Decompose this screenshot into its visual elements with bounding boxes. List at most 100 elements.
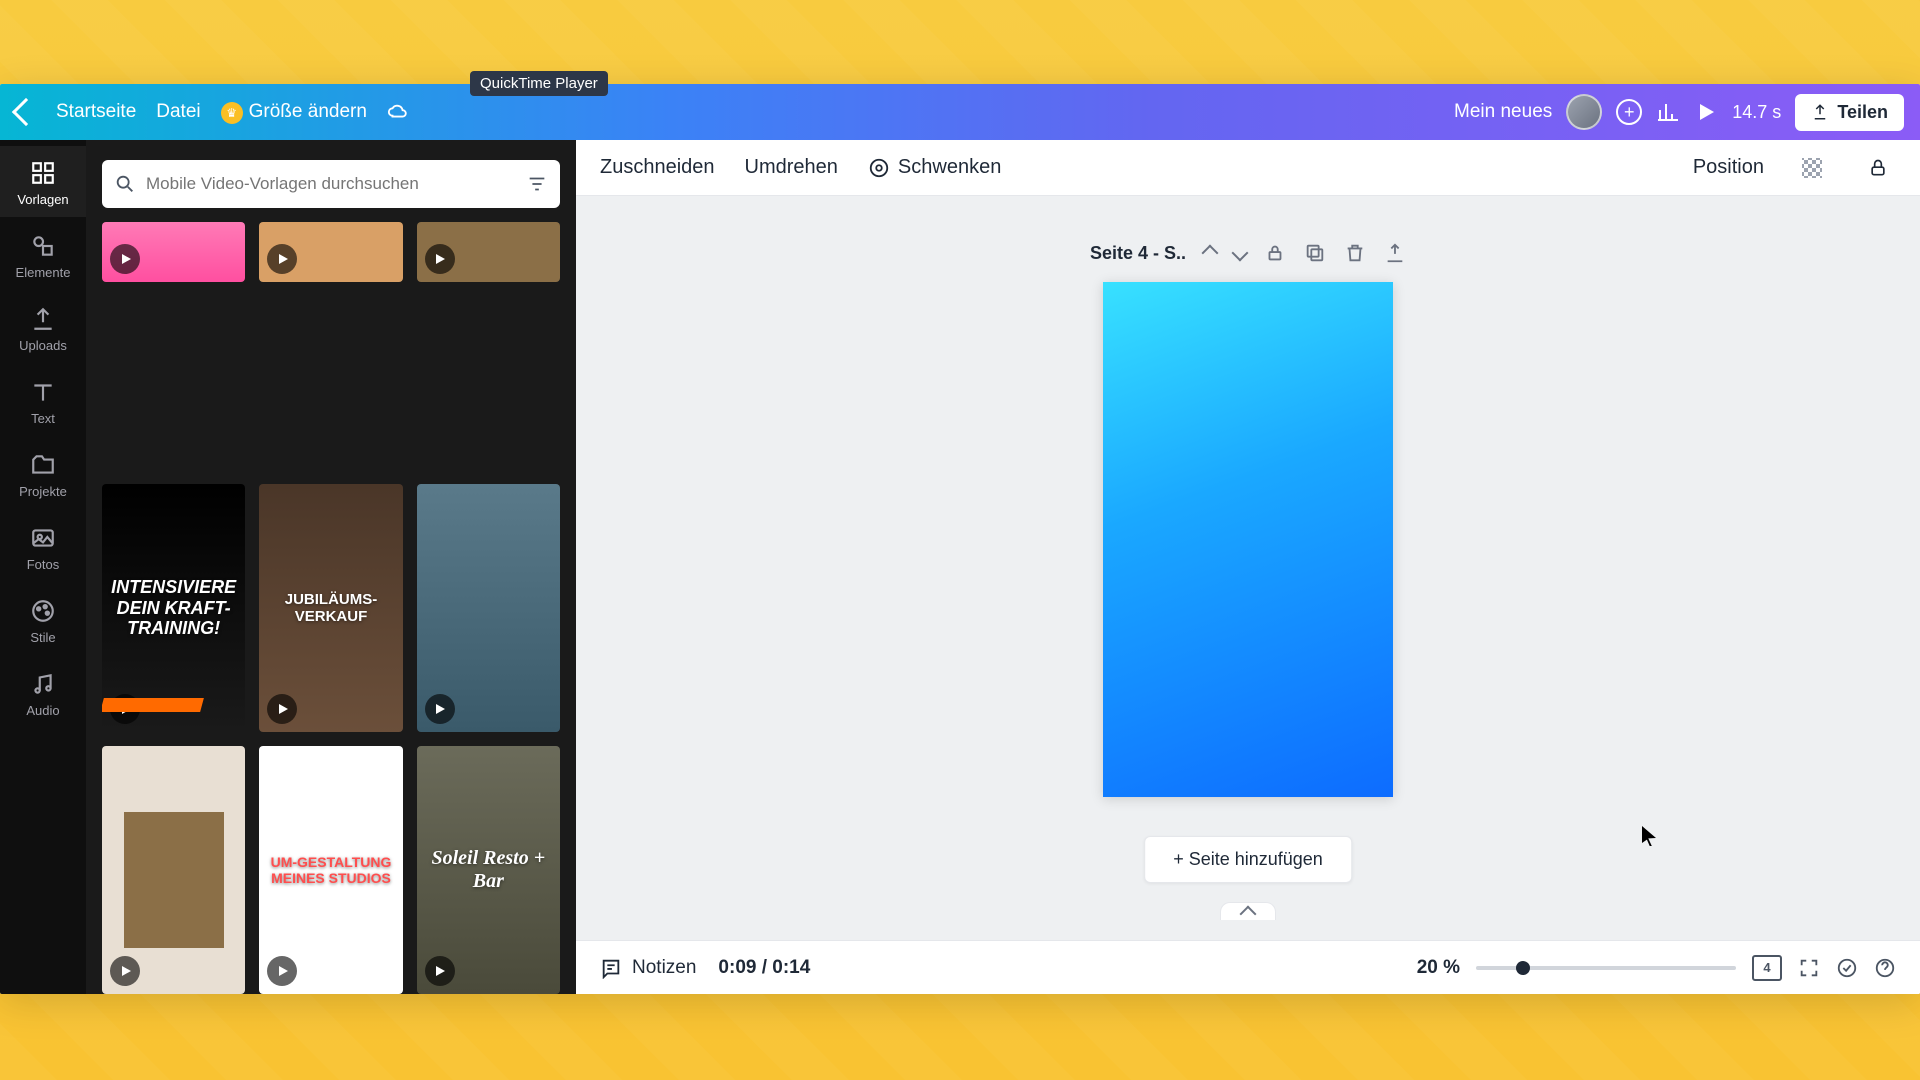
notes-button[interactable]: Notizen: [600, 957, 696, 979]
nav-label: Text: [31, 411, 55, 426]
zoom-percent[interactable]: 20 %: [1417, 957, 1460, 979]
transparency-button[interactable]: [1794, 150, 1830, 186]
play-badge-icon: [425, 956, 455, 986]
crop-button[interactable]: Zuschneiden: [600, 156, 715, 179]
playhead-time: 0:09 / 0:14: [718, 957, 810, 979]
slider-knob[interactable]: [1516, 961, 1530, 975]
template-thumb[interactable]: JUBILÄUMS-VERKAUF: [259, 484, 402, 732]
templates-panel: INTENSIVIERE DEIN KRAFT-TRAINING! JUBILÄ…: [86, 140, 576, 994]
page-controls: Seite 4 - S..: [1090, 242, 1406, 264]
avatar[interactable]: [1566, 94, 1602, 130]
help-icon[interactable]: [1874, 957, 1896, 979]
audio-icon: [30, 671, 56, 697]
export-page-icon[interactable]: [1384, 242, 1406, 264]
play-badge-icon: [267, 956, 297, 986]
nav-text[interactable]: Text: [0, 365, 86, 436]
nav-templates[interactable]: Vorlagen: [0, 146, 86, 217]
play-badge-icon: [267, 244, 297, 274]
position-button[interactable]: Position: [1693, 156, 1764, 179]
flip-button[interactable]: Umdrehen: [745, 156, 838, 179]
pan-label: Schwenken: [898, 156, 1001, 179]
page-count[interactable]: 4: [1752, 955, 1782, 981]
play-badge-icon: [110, 694, 140, 724]
play-badge-icon: [425, 694, 455, 724]
page-up-icon[interactable]: [1202, 245, 1219, 262]
vertical-nav: Vorlagen Elemente Uploads Text Projekte …: [0, 140, 86, 994]
app-header: Startseite Datei ♛ Größe ändern Mein neue…: [0, 84, 1920, 140]
pan-button[interactable]: Schwenken: [868, 156, 1001, 179]
template-thumb[interactable]: INTENSIVIERE DEIN KRAFT-TRAINING!: [102, 484, 245, 732]
nav-uploads[interactable]: Uploads: [0, 292, 86, 363]
crown-icon: ♛: [221, 102, 243, 124]
lock-button[interactable]: [1860, 150, 1896, 186]
file-menu[interactable]: Datei: [156, 101, 200, 123]
nav-elements[interactable]: Elemente: [0, 219, 86, 290]
share-label: Teilen: [1837, 102, 1888, 123]
play-badge-icon: [110, 956, 140, 986]
canvas-area: Zuschneiden Umdrehen Schwenken Position …: [576, 140, 1920, 994]
folder-icon: [30, 452, 56, 478]
template-label: INTENSIVIERE DEIN KRAFT-TRAINING!: [102, 577, 245, 639]
duplicate-page-icon[interactable]: [1304, 242, 1326, 264]
analytics-icon[interactable]: [1656, 100, 1680, 124]
templates-icon: [30, 160, 56, 186]
template-thumb[interactable]: [102, 222, 245, 282]
template-thumb[interactable]: UM-GESTALTUNG MEINES STUDIOS: [259, 746, 402, 994]
nav-label: Vorlagen: [17, 192, 68, 207]
resize-button[interactable]: ♛ Größe ändern: [221, 101, 367, 124]
duration-display: 14.7 s: [1732, 102, 1781, 123]
search-input[interactable]: [146, 174, 516, 194]
search-icon: [114, 173, 136, 195]
elements-icon: [30, 233, 56, 259]
zoom-slider[interactable]: [1476, 966, 1736, 970]
template-label: Soleil Resto + Bar: [417, 847, 560, 893]
template-thumb[interactable]: [102, 746, 245, 994]
footer-bar: Notizen 0:09 / 0:14 20 % 4: [576, 940, 1920, 994]
play-badge-icon: [110, 244, 140, 274]
stage[interactable]: Seite 4 - S.. + Seite hinzufügen: [576, 196, 1920, 940]
fullscreen-icon[interactable]: [1798, 957, 1820, 979]
app-body: Vorlagen Elemente Uploads Text Projekte …: [0, 140, 1920, 994]
template-thumb[interactable]: [417, 484, 560, 732]
nav-styles[interactable]: Stile: [0, 584, 86, 655]
template-label: JUBILÄUMS-VERKAUF: [259, 591, 402, 626]
lock-icon: [1868, 158, 1888, 178]
nav-projects[interactable]: Projekte: [0, 438, 86, 509]
nav-photos[interactable]: Fotos: [0, 511, 86, 582]
project-name[interactable]: Mein neues: [1454, 101, 1552, 123]
page-label[interactable]: Seite 4 - S..: [1090, 243, 1186, 264]
template-thumb[interactable]: [259, 222, 402, 282]
photos-icon: [30, 525, 56, 551]
lock-page-icon[interactable]: [1264, 242, 1286, 264]
cloud-sync-icon[interactable]: [387, 101, 409, 123]
tooltip-quicktime: QuickTime Player: [470, 71, 608, 96]
resize-label: Größe ändern: [249, 101, 367, 122]
template-thumb[interactable]: [417, 222, 560, 282]
play-icon[interactable]: [1694, 100, 1718, 124]
text-icon: [30, 379, 56, 405]
nav-label: Elemente: [16, 265, 71, 280]
share-button[interactable]: Teilen: [1795, 94, 1904, 131]
template-thumb[interactable]: Soleil Resto + Bar: [417, 746, 560, 994]
page-down-icon[interactable]: [1232, 245, 1249, 262]
check-icon[interactable]: [1836, 957, 1858, 979]
home-link[interactable]: Startseite: [56, 101, 136, 123]
nav-label: Fotos: [27, 557, 60, 572]
canvas-page[interactable]: [1103, 282, 1393, 797]
share-icon: [1811, 103, 1829, 121]
palette-icon: [30, 598, 56, 624]
add-collaborator-button[interactable]: +: [1616, 99, 1642, 125]
timeline-toggle[interactable]: [1220, 902, 1276, 920]
uploads-icon: [30, 306, 56, 332]
back-icon[interactable]: [12, 98, 40, 126]
nav-label: Stile: [30, 630, 55, 645]
search-box: [102, 160, 560, 208]
nav-label: Projekte: [19, 484, 67, 499]
nav-audio[interactable]: Audio: [0, 657, 86, 728]
nav-label: Uploads: [19, 338, 67, 353]
template-grid: INTENSIVIERE DEIN KRAFT-TRAINING! JUBILÄ…: [86, 222, 576, 994]
delete-page-icon[interactable]: [1344, 242, 1366, 264]
filter-icon[interactable]: [526, 173, 548, 195]
canva-window: Startseite Datei ♛ Größe ändern Mein neue…: [0, 84, 1920, 994]
add-page-button[interactable]: + Seite hinzufügen: [1144, 836, 1352, 883]
